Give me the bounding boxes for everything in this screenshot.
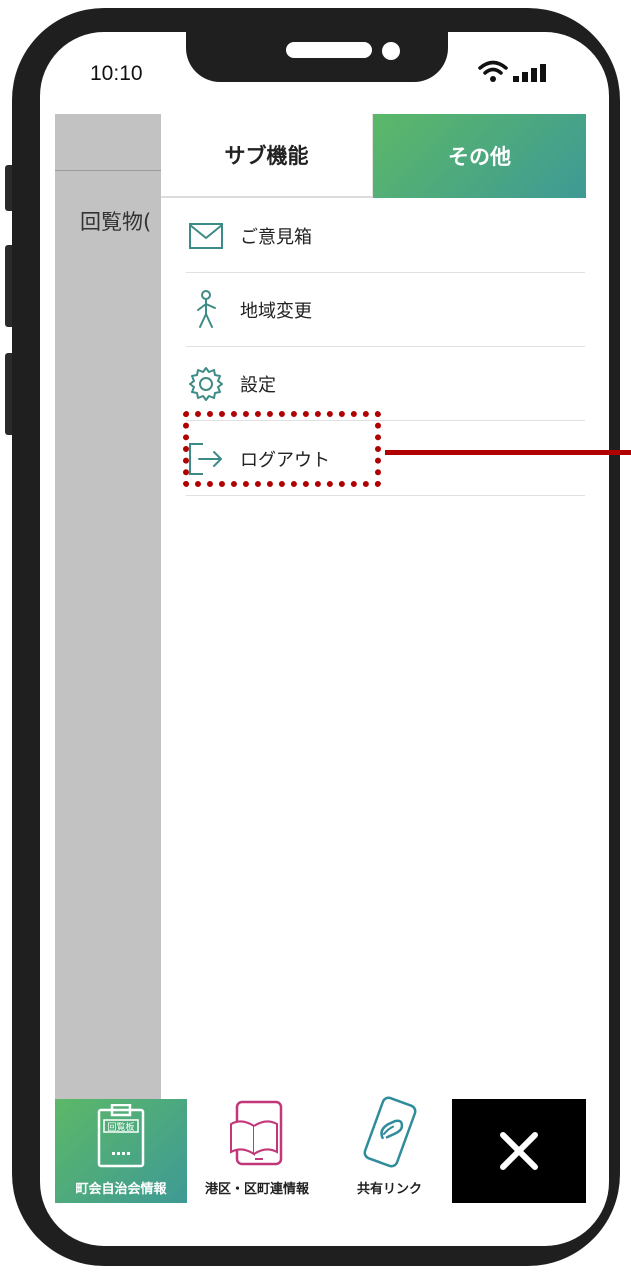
menu-item-label: ご意見箱	[240, 226, 312, 248]
tab-sub-functions[interactable]: サブ機能	[161, 114, 373, 198]
tablet-book-icon	[228, 1100, 286, 1172]
clipboard-icon-text: 回覧板	[107, 1121, 134, 1133]
nav-neighborhood-association-info[interactable]: 回覧板 町会自治会情報	[55, 1099, 187, 1203]
background-page-overlay[interactable]	[55, 114, 161, 1102]
background-header-divider	[55, 170, 161, 171]
wifi-icon	[478, 60, 508, 82]
tab-other[interactable]: その他	[373, 114, 586, 198]
nav-label: 港区・区町連情報	[204, 1182, 309, 1197]
front-camera	[382, 42, 400, 60]
nav-label: 町会自治会情報	[75, 1182, 167, 1197]
menu-item-label: 設定	[240, 374, 276, 396]
speaker	[286, 42, 372, 58]
nav-shared-links[interactable]: 共有リンク	[327, 1096, 452, 1203]
menu-item-change-region[interactable]: 地域変更	[186, 273, 585, 347]
logout-highlight-annotation	[183, 411, 381, 487]
envelope-icon	[186, 216, 226, 256]
menu-item-settings[interactable]: 設定	[186, 347, 585, 421]
menu-item-feedback-box[interactable]: ご意見箱	[186, 199, 585, 273]
close-drawer-button[interactable]	[452, 1099, 586, 1203]
phone-link-icon	[361, 1096, 419, 1172]
walking-person-icon	[186, 289, 226, 330]
nav-label: 共有リンク	[356, 1182, 422, 1197]
annotation-pointer-line	[385, 450, 631, 455]
background-page-title: 回覧物(	[80, 210, 152, 234]
gear-icon	[186, 364, 226, 404]
cellular-signal-icon	[513, 64, 546, 82]
menu-item-label: 地域変更	[240, 300, 312, 322]
nav-ward-info[interactable]: 港区・区町連情報	[187, 1099, 327, 1203]
status-time: 10:10	[90, 62, 143, 85]
close-icon	[500, 1132, 538, 1170]
clipboard-icon: 回覧板	[96, 1103, 146, 1172]
